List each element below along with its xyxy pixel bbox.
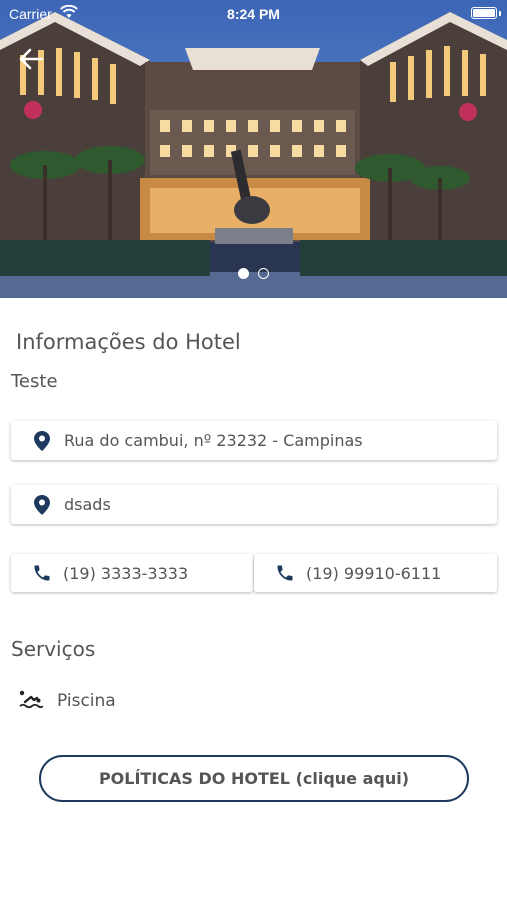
address-card[interactable]: Rua do cambui, nº 23232 - Campinas — [11, 421, 497, 460]
swimming-icon — [19, 690, 43, 709]
hotel-photo-carousel[interactable] — [0, 0, 507, 298]
hotel-photo — [0, 12, 507, 298]
phone-number: (19) 3333-3333 — [63, 563, 189, 583]
carousel-dot-1[interactable] — [238, 268, 250, 279]
phone-card[interactable]: (19) 3333-3333 — [11, 554, 253, 592]
address-card[interactable]: dsads — [11, 485, 497, 524]
carousel-indicator — [0, 266, 507, 284]
phone-icon — [277, 565, 293, 581]
section-title-hotel-info: Informações do Hotel — [16, 330, 241, 354]
phone-card[interactable]: (19) 99910-6111 — [254, 554, 497, 592]
clock: 8:24 PM — [227, 6, 280, 22]
address-text: Rua do cambui, nº 23232 - Campinas — [64, 431, 363, 450]
address-text: dsads — [64, 495, 111, 514]
section-title-services: Serviços — [11, 637, 96, 661]
location-pin-icon — [34, 430, 50, 451]
carousel-dot-2[interactable] — [257, 268, 269, 279]
hotel-policies-label: POLÍTICAS DO HOTEL (clique aqui) — [98, 769, 410, 788]
location-pin-icon — [34, 494, 50, 515]
battery-icon — [471, 7, 497, 19]
hotel-name: Teste — [11, 371, 58, 392]
hotel-policies-button[interactable]: POLÍTICAS DO HOTEL (clique aqui) — [39, 755, 469, 802]
arrow-left-icon — [19, 48, 44, 70]
status-bar: Carrier 8:24 PM — [0, 0, 507, 28]
service-item: Piscina — [19, 690, 116, 712]
battery-tip — [499, 11, 501, 16]
service-label: Piscina — [57, 691, 116, 711]
phone-icon — [34, 565, 50, 581]
back-button[interactable] — [16, 44, 46, 74]
phone-number: (19) 99910-6111 — [306, 563, 442, 583]
